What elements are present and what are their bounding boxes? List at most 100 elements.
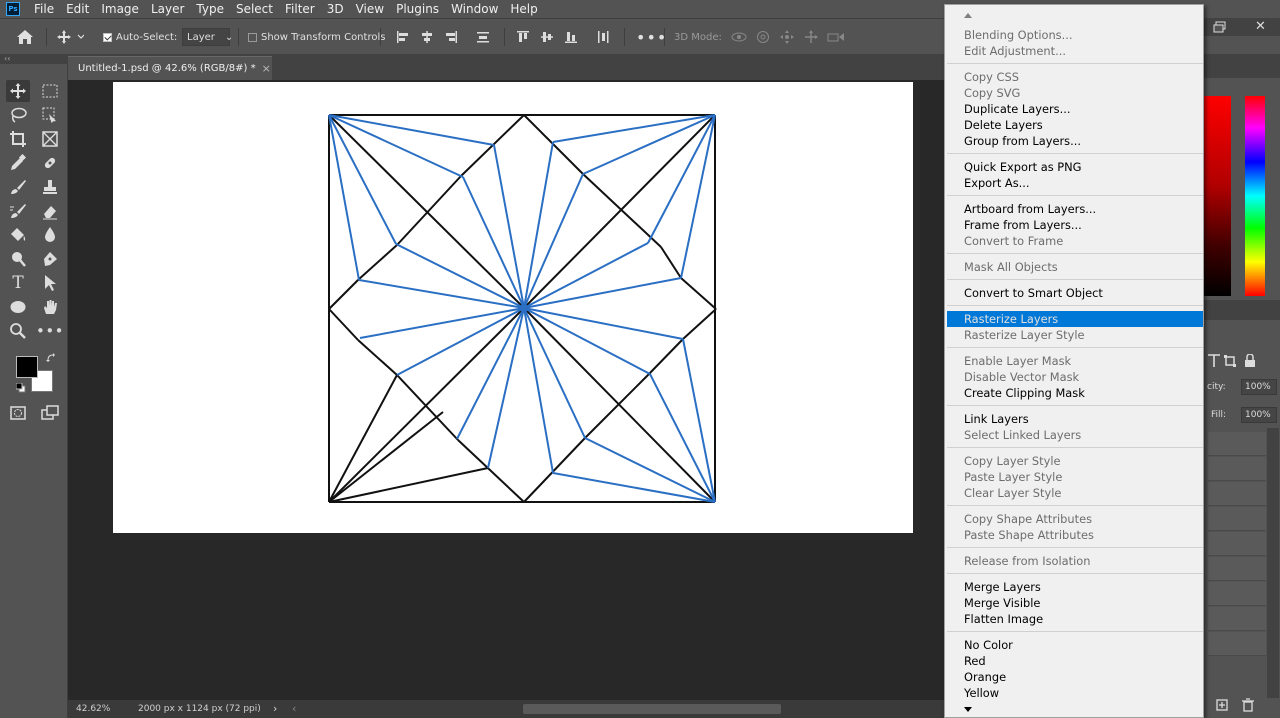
layer-row[interactable] bbox=[1208, 557, 1266, 581]
menu-item-merge-visible[interactable]: Merge Visible bbox=[947, 595, 1203, 611]
triangle-up-icon[interactable] bbox=[963, 11, 973, 19]
lock-position-icon[interactable] bbox=[1223, 354, 1237, 368]
color-field[interactable] bbox=[1203, 96, 1231, 296]
swap-colors-icon[interactable] bbox=[46, 352, 56, 362]
default-colors-icon[interactable] bbox=[15, 382, 26, 393]
lock-all-icon[interactable] bbox=[1243, 354, 1257, 368]
marquee-tool-icon[interactable] bbox=[38, 80, 62, 102]
delete-layer-icon[interactable] bbox=[1241, 698, 1255, 712]
layer-row[interactable] bbox=[1208, 457, 1266, 481]
layer-row[interactable] bbox=[1208, 432, 1266, 456]
layer-row[interactable] bbox=[1208, 607, 1266, 631]
menu-item-convert-to-smart-object[interactable]: Convert to Smart Object bbox=[947, 285, 1203, 301]
menu-item-edit-adjustment[interactable]: Edit Adjustment... bbox=[947, 43, 1203, 59]
menu-item-merge-layers[interactable]: Merge Layers bbox=[947, 579, 1203, 595]
layer-row[interactable] bbox=[1208, 507, 1266, 531]
menu-window[interactable]: Window bbox=[445, 0, 504, 18]
layer-row[interactable] bbox=[1208, 532, 1266, 556]
menu-view[interactable]: View bbox=[350, 0, 390, 18]
scroll-left-arrow[interactable]: ‹ bbox=[292, 702, 296, 715]
move-tool-icon[interactable] bbox=[6, 80, 30, 102]
hue-slider[interactable] bbox=[1245, 96, 1265, 296]
frame-tool-icon[interactable] bbox=[38, 128, 62, 150]
menu-item-yellow[interactable]: Yellow bbox=[947, 685, 1203, 701]
menu-item-delete-layers[interactable]: Delete Layers bbox=[947, 117, 1203, 133]
hand-tool-icon[interactable] bbox=[38, 296, 62, 318]
eyedropper-tool-icon[interactable] bbox=[6, 152, 30, 174]
menu-item-quick-export-as-png[interactable]: Quick Export as PNG bbox=[947, 159, 1203, 175]
canvas-area[interactable] bbox=[68, 80, 944, 700]
clone-stamp-tool-icon[interactable] bbox=[38, 176, 62, 198]
horizontal-scrollbar[interactable] bbox=[523, 704, 781, 714]
menu-edit[interactable]: Edit bbox=[60, 0, 95, 18]
brush-tool-icon[interactable] bbox=[6, 176, 30, 198]
menu-item-create-clipping-mask[interactable]: Create Clipping Mask bbox=[947, 385, 1203, 401]
lock-artboard-icon[interactable] bbox=[1207, 354, 1221, 368]
menu-file[interactable]: File bbox=[28, 0, 60, 18]
quick-mask-icon[interactable] bbox=[6, 402, 30, 424]
distribute-horizontal-icon[interactable] bbox=[596, 30, 610, 44]
close-window-icon[interactable]: ✕ bbox=[1255, 19, 1266, 34]
menu-item-copy-layer-style[interactable]: Copy Layer Style bbox=[947, 453, 1203, 469]
opacity-input[interactable]: 100% bbox=[1241, 379, 1277, 395]
menu-item-disable-vector-mask[interactable]: Disable Vector Mask bbox=[947, 369, 1203, 385]
menu-item-copy-css[interactable]: Copy CSS bbox=[947, 69, 1203, 85]
home-icon[interactable] bbox=[16, 19, 34, 55]
menu-item-orange[interactable]: Orange bbox=[947, 669, 1203, 685]
fill-input[interactable]: 100% bbox=[1241, 407, 1277, 423]
zoom-tool-icon[interactable] bbox=[6, 320, 30, 342]
zoom-level[interactable]: 42.62% bbox=[76, 704, 110, 714]
menu-item-duplicate-layers[interactable]: Duplicate Layers... bbox=[947, 101, 1203, 117]
auto-select-checkbox[interactable] bbox=[103, 32, 112, 42]
menu-plugins[interactable]: Plugins bbox=[390, 0, 445, 18]
3d-slide-icon[interactable] bbox=[803, 30, 819, 44]
align-top-edges-icon[interactable] bbox=[516, 30, 530, 44]
menu-item-rasterize-layers[interactable]: Rasterize Layers bbox=[947, 311, 1203, 327]
history-brush-tool-icon[interactable] bbox=[6, 200, 30, 222]
crop-tool-icon[interactable] bbox=[6, 128, 30, 150]
auto-select-option[interactable]: Auto-Select: bbox=[103, 19, 177, 55]
menu-item-artboard-from-layers[interactable]: Artboard from Layers... bbox=[947, 201, 1203, 217]
screen-mode-icon[interactable] bbox=[38, 402, 62, 424]
menu-item-paste-shape-attributes[interactable]: Paste Shape Attributes bbox=[947, 527, 1203, 543]
menu-type[interactable]: Type bbox=[190, 0, 230, 18]
layer-row[interactable] bbox=[1208, 482, 1266, 506]
move-tool-preset-icon[interactable] bbox=[56, 19, 84, 55]
blur-tool-icon[interactable] bbox=[38, 224, 62, 246]
menu-item-select-linked-layers[interactable]: Select Linked Layers bbox=[947, 427, 1203, 443]
menu-filter[interactable]: Filter bbox=[279, 0, 321, 18]
healing-brush-tool-icon[interactable] bbox=[38, 152, 62, 174]
menu-item-blending-options[interactable]: Blending Options... bbox=[947, 27, 1203, 43]
menu-item-mask-all-objects[interactable]: Mask All Objects bbox=[947, 259, 1203, 275]
menu-item-enable-layer-mask[interactable]: Enable Layer Mask bbox=[947, 353, 1203, 369]
menu-item-release-from-isolation[interactable]: Release from Isolation bbox=[947, 553, 1203, 569]
layer-row[interactable] bbox=[1208, 582, 1266, 606]
align-left-edges-icon[interactable] bbox=[396, 30, 410, 44]
ellipsis-icon[interactable]: ••• bbox=[636, 19, 667, 55]
menu-item-rasterize-layer-style[interactable]: Rasterize Layer Style bbox=[947, 327, 1203, 343]
3d-scale-icon[interactable] bbox=[827, 30, 845, 44]
toolbar-collapse[interactable]: ‹‹ bbox=[0, 54, 68, 64]
ellipse-tool-icon[interactable] bbox=[6, 296, 30, 318]
restore-window-icon[interactable] bbox=[1213, 21, 1227, 33]
lasso-tool-icon[interactable] bbox=[6, 104, 30, 126]
star-pattern-artwork[interactable] bbox=[113, 82, 913, 533]
align-horizontal-centers-icon[interactable] bbox=[420, 30, 434, 44]
object-selection-tool-icon[interactable] bbox=[38, 104, 62, 126]
new-layer-icon[interactable] bbox=[1215, 698, 1229, 712]
pen-tool-icon[interactable] bbox=[38, 248, 62, 270]
triangle-down-icon[interactable] bbox=[963, 705, 973, 713]
document-tab[interactable]: Untitled-1.psd @ 42.6% (RGB/8#) * × bbox=[68, 56, 272, 80]
align-bottom-edges-icon[interactable] bbox=[564, 30, 578, 44]
document-canvas[interactable] bbox=[113, 82, 913, 533]
menu-item-flatten-image[interactable]: Flatten Image bbox=[947, 611, 1203, 627]
eraser-tool-icon[interactable] bbox=[38, 200, 62, 222]
layer-row[interactable] bbox=[1208, 632, 1266, 656]
menu-item-export-as[interactable]: Export As... bbox=[947, 175, 1203, 191]
foreground-color-swatch[interactable] bbox=[16, 356, 38, 378]
menu-item-clear-layer-style[interactable]: Clear Layer Style bbox=[947, 485, 1203, 501]
distribute-vertical-icon[interactable] bbox=[476, 30, 490, 44]
align-vertical-centers-icon[interactable] bbox=[540, 30, 554, 44]
menu-item-red[interactable]: Red bbox=[947, 653, 1203, 669]
menu-item-copy-svg[interactable]: Copy SVG bbox=[947, 85, 1203, 101]
